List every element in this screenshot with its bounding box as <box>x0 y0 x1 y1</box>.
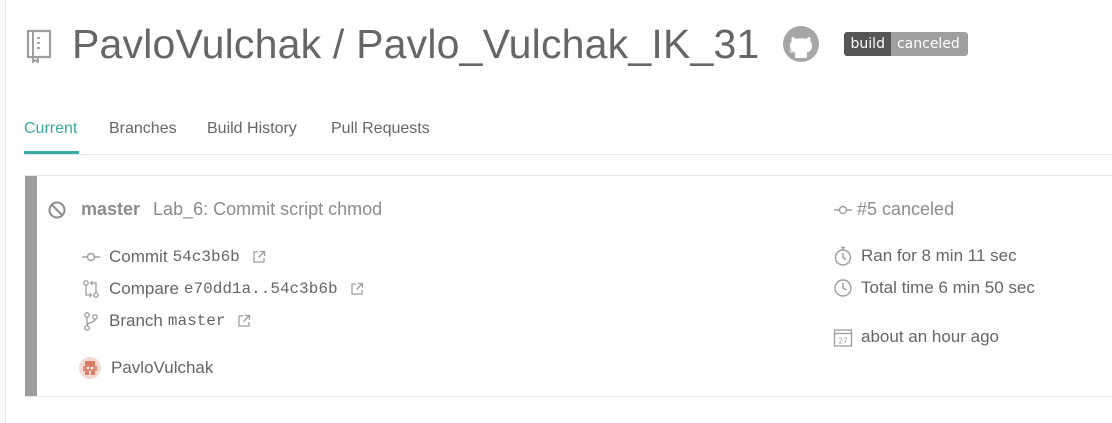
repo-book-icon <box>26 29 52 63</box>
total-time-text: Total time 6 min 50 sec <box>861 278 1035 297</box>
branch-icon <box>84 312 98 331</box>
branch-label: Branch <box>109 311 163 330</box>
ran-for-text: Ran for 8 min 11 sec <box>861 246 1017 265</box>
build-branch-name[interactable]: master <box>81 199 140 220</box>
tab-current[interactable]: Current <box>24 120 77 138</box>
build-number-row: #5 canceled <box>833 199 954 220</box>
calendar-day: 27 <box>838 337 848 346</box>
left-sidebar-edge <box>0 0 6 423</box>
commit-sha[interactable]: 54c3b6b <box>173 248 240 266</box>
commit-label: Commit <box>109 247 168 266</box>
calendar-icon: 27 <box>833 329 853 347</box>
badge-status: canceled <box>890 32 968 56</box>
commit-icon <box>82 252 100 262</box>
travis-repo-page: PavloVulchak / Pavlo_Vulchak_IK_31 build… <box>0 0 1112 423</box>
author-name[interactable]: PavloVulchak <box>111 358 213 378</box>
tab-pull-requests[interactable]: Pull Requests <box>331 120 430 138</box>
tab-build-history[interactable]: Build History <box>207 120 297 138</box>
external-link-icon[interactable] <box>252 250 266 264</box>
repo-tabs: Current Branches Build History Pull Requ… <box>24 114 1112 155</box>
build-status-badge[interactable]: build canceled <box>843 32 968 56</box>
total-time-row: Total time 6 min 50 sec <box>833 278 1035 298</box>
stopwatch-icon <box>834 246 852 266</box>
avatar <box>79 357 101 379</box>
github-icon[interactable] <box>782 25 820 63</box>
active-tab-underline <box>24 151 79 154</box>
commit-row: Commit 54c3b6b <box>81 247 266 267</box>
compare-icon <box>83 280 99 298</box>
branch-value[interactable]: master <box>168 312 226 330</box>
compare-label: Compare <box>109 279 179 298</box>
build-title-row: master Lab_6: Commit script chmod <box>47 199 382 220</box>
tab-branches[interactable]: Branches <box>109 120 177 138</box>
repo-header: PavloVulchak / Pavlo_Vulchak_IK_31 build… <box>26 18 968 70</box>
external-link-icon[interactable] <box>350 282 364 296</box>
author-row: PavloVulchak <box>79 357 213 379</box>
external-link-icon[interactable] <box>237 314 251 328</box>
repo-title: PavloVulchak / Pavlo_Vulchak_IK_31 <box>72 20 760 67</box>
compare-range[interactable]: e70dd1a..54c3b6b <box>184 280 338 298</box>
badge-label: build <box>843 32 891 56</box>
commit-message: Lab_6: Commit script chmod <box>153 199 383 219</box>
build-number-status[interactable]: #5 canceled <box>857 199 954 220</box>
branch-row: Branch master <box>81 311 251 331</box>
build-status-bar <box>25 176 37 396</box>
commit-icon <box>834 205 852 214</box>
finished-time: about an hour ago <box>861 327 1000 346</box>
clock-icon <box>834 279 852 297</box>
compare-row: Compare e70dd1a..54c3b6b <box>81 279 364 299</box>
current-build-card: master Lab_6: Commit script chmod Commit… <box>25 175 1112 397</box>
finished-row: 27 about an hour ago <box>833 327 999 347</box>
canceled-icon <box>48 201 66 218</box>
ran-for-row: Ran for 8 min 11 sec <box>833 246 1017 266</box>
